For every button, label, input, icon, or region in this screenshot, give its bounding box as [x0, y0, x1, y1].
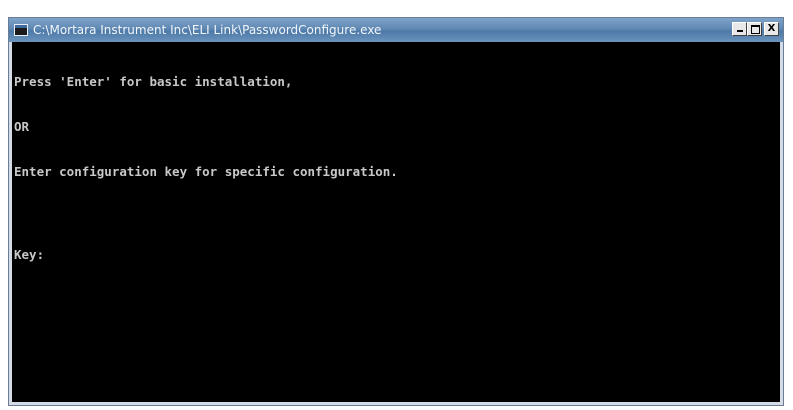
title-bar[interactable]: C:\Mortara Instrument Inc\ELI Link\Passw…	[9, 18, 783, 42]
maximize-button[interactable]	[747, 22, 762, 36]
desktop: C:\Mortara Instrument Inc\ELI Link\Passw…	[0, 0, 793, 410]
console-line: Enter configuration key for specific con…	[14, 164, 398, 179]
console-output[interactable]: Press 'Enter' for basic installation, OR…	[12, 42, 780, 402]
window-controls: X	[732, 22, 779, 36]
window-title: C:\Mortara Instrument Inc\ELI Link\Passw…	[33, 23, 382, 37]
close-icon: X	[767, 23, 776, 34]
minimize-icon	[737, 30, 743, 32]
close-button[interactable]: X	[764, 22, 779, 36]
key-prompt[interactable]: Key:	[14, 247, 778, 262]
minimize-button[interactable]	[732, 22, 747, 36]
console-line: OR	[14, 119, 30, 134]
console-line: Press 'Enter' for basic installation,	[14, 74, 293, 89]
maximize-icon	[751, 25, 760, 34]
console-window[interactable]: C:\Mortara Instrument Inc\ELI Link\Passw…	[8, 17, 784, 406]
console-app-icon[interactable]	[14, 24, 28, 36]
